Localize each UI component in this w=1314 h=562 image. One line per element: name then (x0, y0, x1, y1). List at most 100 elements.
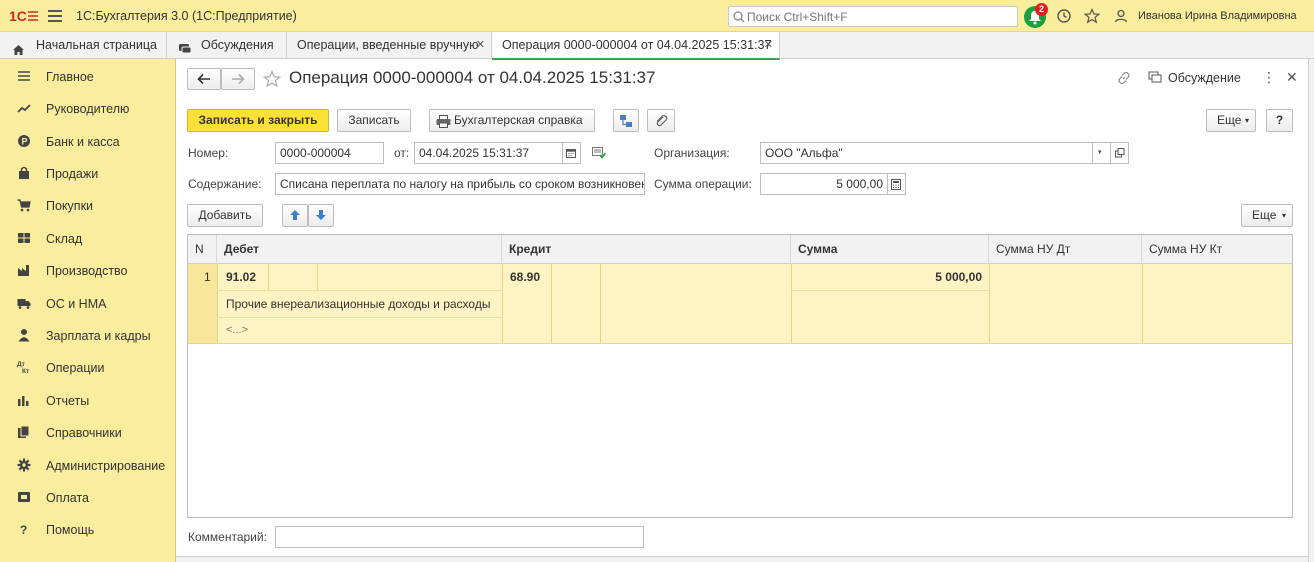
table-more-button[interactable]: Еще ▾ (1241, 204, 1293, 227)
attach-button[interactable] (647, 109, 675, 132)
sidebar-item-help[interactable]: ? Помощь (0, 514, 176, 544)
document-status-icon[interactable] (592, 147, 607, 162)
tab-label: Операции, введенные вручную (297, 38, 479, 52)
comment-field[interactable] (275, 526, 644, 548)
debit-subconto-2[interactable]: <...> (226, 324, 248, 336)
close-form-icon[interactable]: ✕ (1286, 70, 1298, 84)
tab-bar: Начальная страница Обсуждения Операции, … (0, 32, 1314, 60)
column-header-credit[interactable]: Кредит (502, 235, 791, 264)
tab-home[interactable]: Начальная страница (0, 32, 167, 59)
column-header-sum-nu-kt[interactable]: Сумма НУ Кт (1142, 235, 1292, 264)
table-row[interactable]: 1 91.02 Прочие внереализационные доходы … (188, 264, 1292, 344)
save-button[interactable]: Записать (337, 109, 411, 132)
svg-text:P: P (22, 137, 28, 147)
date-field[interactable]: 04.04.2025 15:31:37 (414, 142, 563, 164)
favorites-star-icon[interactable] (1083, 8, 1101, 24)
tab-discussions[interactable]: Обсуждения (167, 32, 287, 59)
save-and-close-button[interactable]: Записать и закрыть (187, 109, 329, 132)
arrow-left-icon (197, 73, 210, 85)
payment-icon (17, 490, 31, 504)
sidebar-item-administration[interactable]: Администрирование (0, 450, 176, 480)
close-icon[interactable]: ✕ (764, 32, 773, 58)
discussion-icon[interactable] (1148, 71, 1162, 87)
sidebar-item-manager[interactable]: Руководителю (0, 93, 176, 123)
calculator-icon (891, 179, 901, 190)
organization-dropdown-button[interactable]: ▾ (1093, 142, 1111, 164)
sidebar-item-directories[interactable]: Справочники (0, 417, 176, 447)
calculator-button[interactable] (888, 173, 906, 195)
more-vertical-icon[interactable]: ⋮ (1262, 70, 1276, 84)
sidebar-item-fixed-assets[interactable]: ОС и НМА (0, 288, 176, 318)
chevron-down-icon: ▾ (1244, 116, 1249, 125)
organization-open-button[interactable] (1111, 142, 1129, 164)
document-structure-icon (620, 115, 632, 127)
debit-subconto-1[interactable]: Прочие внереализационные доходы и расход… (226, 297, 490, 311)
sidebar-item-main[interactable]: Главное (0, 61, 176, 91)
column-header-sum[interactable]: Сумма (791, 235, 989, 264)
content-field[interactable]: Списана переплата по налогу на прибыль с… (275, 173, 645, 195)
history-icon[interactable] (1056, 8, 1072, 24)
add-row-button[interactable]: Добавить (187, 204, 263, 227)
date-label: от: (394, 146, 410, 160)
help-button[interactable]: ? (1266, 109, 1293, 132)
sidebar-item-payment[interactable]: Оплата (0, 482, 176, 512)
debit-account[interactable]: 91.02 (226, 270, 256, 284)
column-header-debit[interactable]: Дебет (217, 235, 502, 264)
entries-table[interactable]: N Дебет Кредит Сумма Сумма НУ Дт Сумма Н… (187, 234, 1293, 518)
forward-button[interactable] (221, 68, 255, 90)
sidebar-item-bank[interactable]: P Банк и касса (0, 126, 176, 156)
sidebar-item-reports[interactable]: Отчеты (0, 385, 176, 415)
sidebar-item-production[interactable]: Производство (0, 255, 176, 285)
number-field[interactable]: 0000-000004 (275, 142, 384, 164)
favorite-star-icon[interactable] (262, 70, 282, 91)
books-icon (17, 425, 31, 439)
warehouse-icon (17, 231, 31, 245)
user-name[interactable]: Иванова Ирина Владимировна (1138, 10, 1297, 22)
svg-text:1С: 1С (9, 8, 27, 24)
content-label: Содержание: (188, 177, 262, 191)
sidebar-item-sales[interactable]: Продажи (0, 158, 176, 188)
accounting-report-button[interactable]: Бухгалтерская справка (429, 109, 595, 132)
gear-icon (17, 458, 31, 472)
sum-cell[interactable]: 5 000,00 (791, 270, 982, 284)
organization-field[interactable]: ООО "Альфа" (760, 142, 1093, 164)
column-header-n[interactable]: N (188, 235, 217, 264)
move-down-button[interactable] (308, 204, 334, 227)
factory-icon (17, 263, 31, 277)
comment-label: Комментарий: (188, 530, 267, 544)
sidebar-item-purchases[interactable]: Покупки (0, 190, 176, 220)
tab-operation[interactable]: Операция 0000-000004 от 04.04.2025 15:31… (492, 32, 780, 60)
number-label: Номер: (188, 146, 229, 160)
printer-icon (436, 114, 451, 135)
arrow-right-icon (232, 73, 245, 85)
back-button[interactable] (187, 68, 221, 90)
sidebar-item-operations[interactable]: Дт Кт Операции (0, 352, 176, 382)
menu-icon[interactable] (48, 10, 62, 22)
paperclip-icon (656, 115, 668, 127)
more-button[interactable]: Еще ▾ (1206, 109, 1256, 132)
open-link-icon (1115, 148, 1125, 158)
move-up-button[interactable] (282, 204, 308, 227)
user-icon[interactable] (1113, 8, 1129, 24)
arrow-up-icon (290, 210, 300, 220)
search-input[interactable] (747, 7, 1015, 26)
amount-field[interactable]: 5 000,00 (760, 173, 888, 195)
sidebar-item-warehouse[interactable]: Склад (0, 223, 176, 253)
sidebar-item-salary[interactable]: Зарплата и кадры (0, 320, 176, 350)
calendar-button[interactable] (563, 142, 581, 164)
logo-1c-icon[interactable]: 1С (9, 8, 39, 24)
row-number-cell (188, 264, 217, 343)
column-header-sum-nu-dt[interactable]: Сумма НУ Дт (989, 235, 1142, 264)
sidebar: Главное Руководителю P Банк и касса Прод… (0, 59, 176, 562)
tab-manual-operations[interactable]: Операции, введенные вручную ✕ (287, 32, 492, 59)
svg-text:?: ? (20, 523, 27, 536)
credit-account[interactable]: 68.90 (510, 270, 540, 284)
structure-button[interactable] (613, 109, 639, 132)
arrow-down-icon (316, 210, 326, 220)
search-box[interactable] (728, 6, 1018, 27)
close-icon[interactable]: ✕ (476, 32, 485, 58)
window-frame (1308, 59, 1314, 562)
notification-bell-icon[interactable]: 2 (1024, 3, 1048, 28)
discussion-link[interactable]: Обсуждение (1168, 71, 1241, 85)
link-icon[interactable] (1117, 71, 1131, 88)
